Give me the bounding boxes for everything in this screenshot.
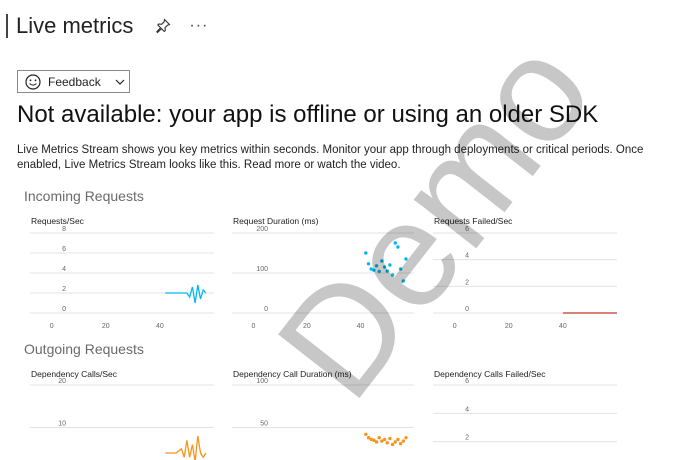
y-tick-label: 2: [465, 435, 469, 442]
x-tick-label: 0: [50, 323, 54, 330]
chart-title: Requests Failed/Sec: [434, 216, 513, 226]
data-point: [390, 273, 395, 277]
data-point: [396, 245, 400, 249]
x-tick-label: 40: [357, 323, 365, 330]
series-line: [165, 435, 207, 460]
y-tick-label: 10: [58, 421, 66, 428]
data-point: [385, 269, 389, 273]
data-point: [398, 267, 403, 271]
x-tick-label: 0: [251, 323, 255, 330]
chart-title: Requests/Sec: [31, 216, 85, 226]
data-point: [393, 440, 397, 444]
data-point: [377, 269, 381, 274]
data-point: [393, 241, 397, 245]
charts-area: Requests/Sec024680 20 40Request Duration (…: [30, 216, 617, 460]
y-tick-label: 6: [465, 378, 469, 385]
y-tick-label: 2: [465, 279, 469, 286]
data-point: [404, 257, 408, 261]
y-tick-label: 2: [62, 286, 66, 293]
y-tick-label: 6: [62, 246, 66, 253]
y-tick-label: 4: [465, 253, 469, 260]
data-point: [388, 436, 392, 441]
data-point: [388, 263, 392, 267]
x-tick-label: 20: [102, 323, 110, 330]
chart-title: Dependency Calls Failed/Sec: [434, 369, 546, 379]
data-point: [396, 437, 400, 442]
y-tick-label: 20: [58, 378, 66, 385]
y-tick-label: 4: [62, 266, 66, 273]
chart-title: Request Duration (ms): [233, 216, 319, 226]
y-tick-label: 0: [264, 306, 268, 313]
data-point: [364, 251, 368, 255]
y-tick-label: 100: [256, 378, 268, 385]
y-tick-label: 4: [465, 406, 469, 413]
y-tick-label: 50: [260, 421, 268, 428]
data-point: [366, 262, 371, 266]
y-tick-label: 8: [62, 226, 66, 233]
y-tick-label: 0: [62, 306, 66, 313]
data-point: [382, 265, 387, 269]
data-point: [374, 440, 379, 444]
x-tick-label: 20: [505, 323, 513, 330]
data-point: [382, 437, 387, 442]
data-point: [385, 441, 389, 445]
data-point: [404, 436, 408, 440]
x-tick-label: 40: [156, 323, 164, 330]
chart-title: Dependency Calls/Sec: [31, 369, 118, 379]
series-line: [165, 284, 207, 304]
x-tick-label: 0: [453, 323, 457, 330]
data-point: [401, 439, 405, 443]
data-point: [398, 441, 403, 446]
y-tick-label: 0: [465, 306, 469, 313]
y-tick-label: 100: [256, 266, 268, 273]
data-point: [364, 432, 368, 436]
data-point: [390, 442, 395, 447]
chart-title: Dependency Call Duration (ms): [233, 369, 352, 379]
y-tick-label: 200: [256, 226, 268, 233]
y-tick-label: 6: [465, 226, 469, 233]
data-point: [377, 436, 381, 440]
data-point: [380, 259, 384, 263]
x-tick-label: 40: [559, 323, 567, 330]
x-tick-label: 20: [303, 323, 311, 330]
data-point: [401, 279, 405, 283]
data-point: [372, 268, 376, 272]
data-point: [374, 264, 379, 268]
